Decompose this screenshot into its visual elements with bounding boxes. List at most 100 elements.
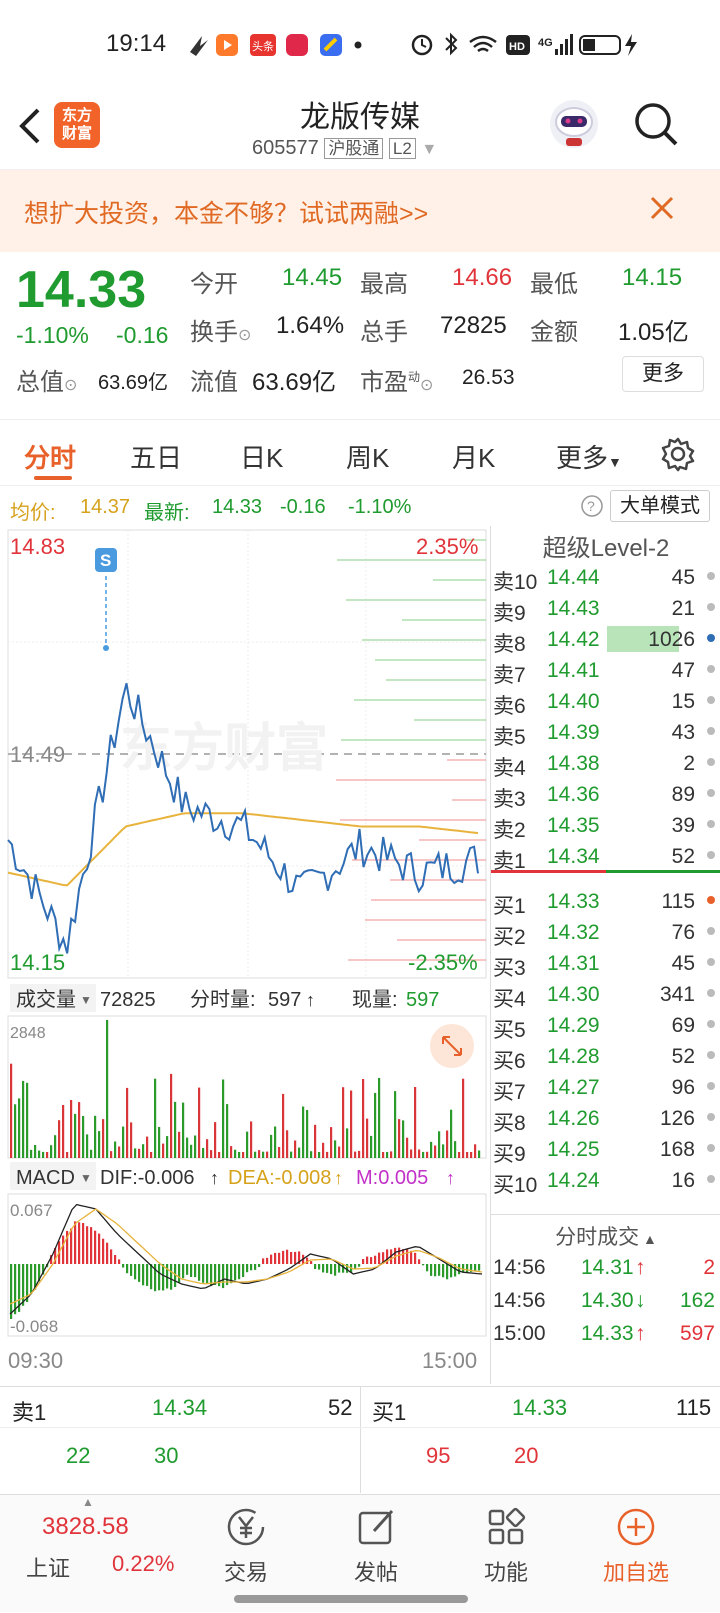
macd-bar — [406, 1249, 409, 1264]
ask-row[interactable]: 卖8 14.42 1026 — [491, 624, 720, 656]
macd-bar — [182, 1264, 185, 1279]
ask-row[interactable]: 卖1 14.34 52 — [491, 841, 720, 873]
status-dot — [707, 1051, 715, 1059]
ask-level-label: 卖7 — [493, 664, 526, 687]
bid-row[interactable]: 买8 14.26 126 — [491, 1103, 720, 1135]
ask-price: 14.44 — [547, 566, 600, 589]
bid-level-label: 买7 — [493, 1081, 526, 1104]
ask-row[interactable]: 卖10 14.44 45 — [491, 562, 720, 594]
caret-up-icon: ▲ — [82, 1495, 94, 1509]
volume-bar — [254, 1151, 257, 1158]
tab-monthly-k[interactable]: 月K — [452, 438, 495, 475]
status-dot — [707, 1020, 715, 1028]
robot-assistant-icon[interactable] — [548, 98, 600, 150]
trade-button[interactable]: 交易 — [196, 1505, 296, 1587]
tick-time: 15:00 — [493, 1322, 546, 1345]
tab-weekly-k[interactable]: 周K — [346, 438, 389, 475]
ask-level-label: 卖6 — [493, 695, 526, 718]
status-dot — [707, 896, 715, 904]
volume-bar — [382, 1152, 385, 1158]
volume-bar — [82, 1116, 85, 1158]
volume-bar — [202, 1148, 205, 1158]
bid-row[interactable]: 买5 14.29 69 — [491, 1010, 720, 1042]
ask-row[interactable]: 卖5 14.39 43 — [491, 717, 720, 749]
bid-volume: 341 — [659, 983, 695, 1006]
volume-bar — [398, 1119, 401, 1158]
macd-bar — [90, 1227, 93, 1264]
bid-volume: 76 — [671, 921, 695, 944]
tab-daily-k[interactable]: 日K — [240, 438, 283, 475]
status-dot — [707, 1113, 715, 1121]
ask-row[interactable]: 卖4 14.38 2 — [491, 748, 720, 780]
y-min-label: 14.15 — [10, 950, 65, 975]
volume-bar — [58, 1120, 61, 1158]
bid-row[interactable]: 买9 14.25 168 — [491, 1134, 720, 1166]
macd-bar — [250, 1264, 253, 1271]
post-button[interactable]: 发帖 — [326, 1505, 426, 1587]
help-icon[interactable]: ? — [580, 494, 604, 524]
more-button[interactable]: 更多 — [622, 356, 704, 392]
bid-price: 14.29 — [547, 1014, 600, 1037]
bid-row[interactable]: 买10 14.24 16 — [491, 1165, 720, 1197]
tab-five-day[interactable]: 五日 — [130, 438, 182, 475]
bid-volume: 168 — [659, 1138, 695, 1161]
order-book[interactable]: 超级Level-2 卖10 14.44 45 卖9 14.43 21 卖8 14.42 1026… — [490, 526, 720, 1384]
macd-bar — [266, 1257, 269, 1264]
bid-row[interactable]: 买6 14.28 52 — [491, 1041, 720, 1073]
ask-row[interactable]: 卖2 14.35 39 — [491, 810, 720, 842]
macd-bar — [422, 1264, 425, 1266]
ask-row[interactable]: 卖7 14.41 47 — [491, 655, 720, 687]
mktcap-value: 63.69亿 — [98, 372, 169, 394]
stock-code-row[interactable]: 605577 沪股通 L2 ▼ — [252, 134, 437, 160]
tick-row: 14:56 14.30 ↓ 162 — [491, 1285, 720, 1317]
chart-area[interactable]: 东方财富 S 14.83 14.49 14.15 2.35% -2.35% 成交… — [0, 526, 490, 1384]
ask-volume: 89 — [671, 783, 695, 806]
ticks-title[interactable]: 分时成交 ▲ — [491, 1214, 720, 1249]
ask-row[interactable]: 卖9 14.43 21 — [491, 593, 720, 625]
bid-row[interactable]: 买2 14.32 76 — [491, 917, 720, 949]
macd-bar — [62, 1235, 65, 1264]
index-ticker[interactable]: ▲ 3828.58 上证 0.22% — [0, 1495, 180, 1613]
add-favorite-button[interactable]: 加自选 — [586, 1505, 686, 1587]
pct-min-label: -2.35% — [408, 950, 478, 975]
edit-icon — [358, 1509, 394, 1545]
gear-icon[interactable] — [660, 436, 696, 477]
bid-volume: 115 — [661, 890, 695, 913]
macd-bar — [122, 1264, 125, 1268]
bid-row[interactable]: 买4 14.30 341 — [491, 979, 720, 1011]
margin-promo-banner[interactable]: 想扩大投资，本金不够？试试两融>> — [0, 170, 720, 252]
buy1-label: 买1 — [372, 1400, 407, 1425]
volume-max-label: 2848 — [10, 1025, 46, 1042]
volume-bar — [86, 1134, 89, 1158]
volume-bar — [466, 1152, 469, 1158]
macd-bar — [374, 1255, 377, 1264]
bid-row[interactable]: 买3 14.31 45 — [491, 948, 720, 980]
volume-bar — [182, 1102, 185, 1158]
volume-bar — [298, 1147, 301, 1158]
tick-row: 15:00 14.33 ↑ 597 — [491, 1318, 720, 1350]
turnover-value: 1.64% — [276, 312, 345, 339]
functions-button[interactable]: 功能 — [456, 1505, 556, 1587]
pe-value: 26.53 — [462, 366, 515, 389]
volume-bar — [10, 1063, 13, 1158]
ask-row[interactable]: 卖6 14.40 15 — [491, 686, 720, 718]
status-dot — [707, 603, 715, 611]
tab-intraday[interactable]: 分时 — [24, 438, 76, 475]
chevron-left-icon[interactable] — [14, 106, 44, 151]
bid-price: 14.27 — [547, 1076, 600, 1099]
info-icon: ⊙ — [238, 327, 252, 344]
close-icon[interactable] — [648, 194, 676, 227]
bid-row[interactable]: 买7 14.27 96 — [491, 1072, 720, 1104]
big-order-mode-button[interactable]: 大单模式 — [610, 490, 710, 522]
volume-value: 72825 — [440, 312, 507, 339]
ask-row[interactable]: 卖3 14.36 89 — [491, 779, 720, 811]
change-value: -0.16 — [116, 322, 169, 348]
bid-row[interactable]: 买1 14.33 115 — [491, 886, 720, 918]
macd-bar — [118, 1259, 121, 1264]
eastmoney-logo: 东方 财富 — [54, 102, 100, 148]
period-tabs: 分时 五日 日K 周K 月K 更多▼ — [0, 420, 720, 486]
macd-bar — [86, 1226, 89, 1264]
bid-volume: 52 — [671, 1045, 695, 1068]
tab-more[interactable]: 更多▼ — [556, 438, 622, 475]
search-icon[interactable] — [632, 100, 680, 153]
